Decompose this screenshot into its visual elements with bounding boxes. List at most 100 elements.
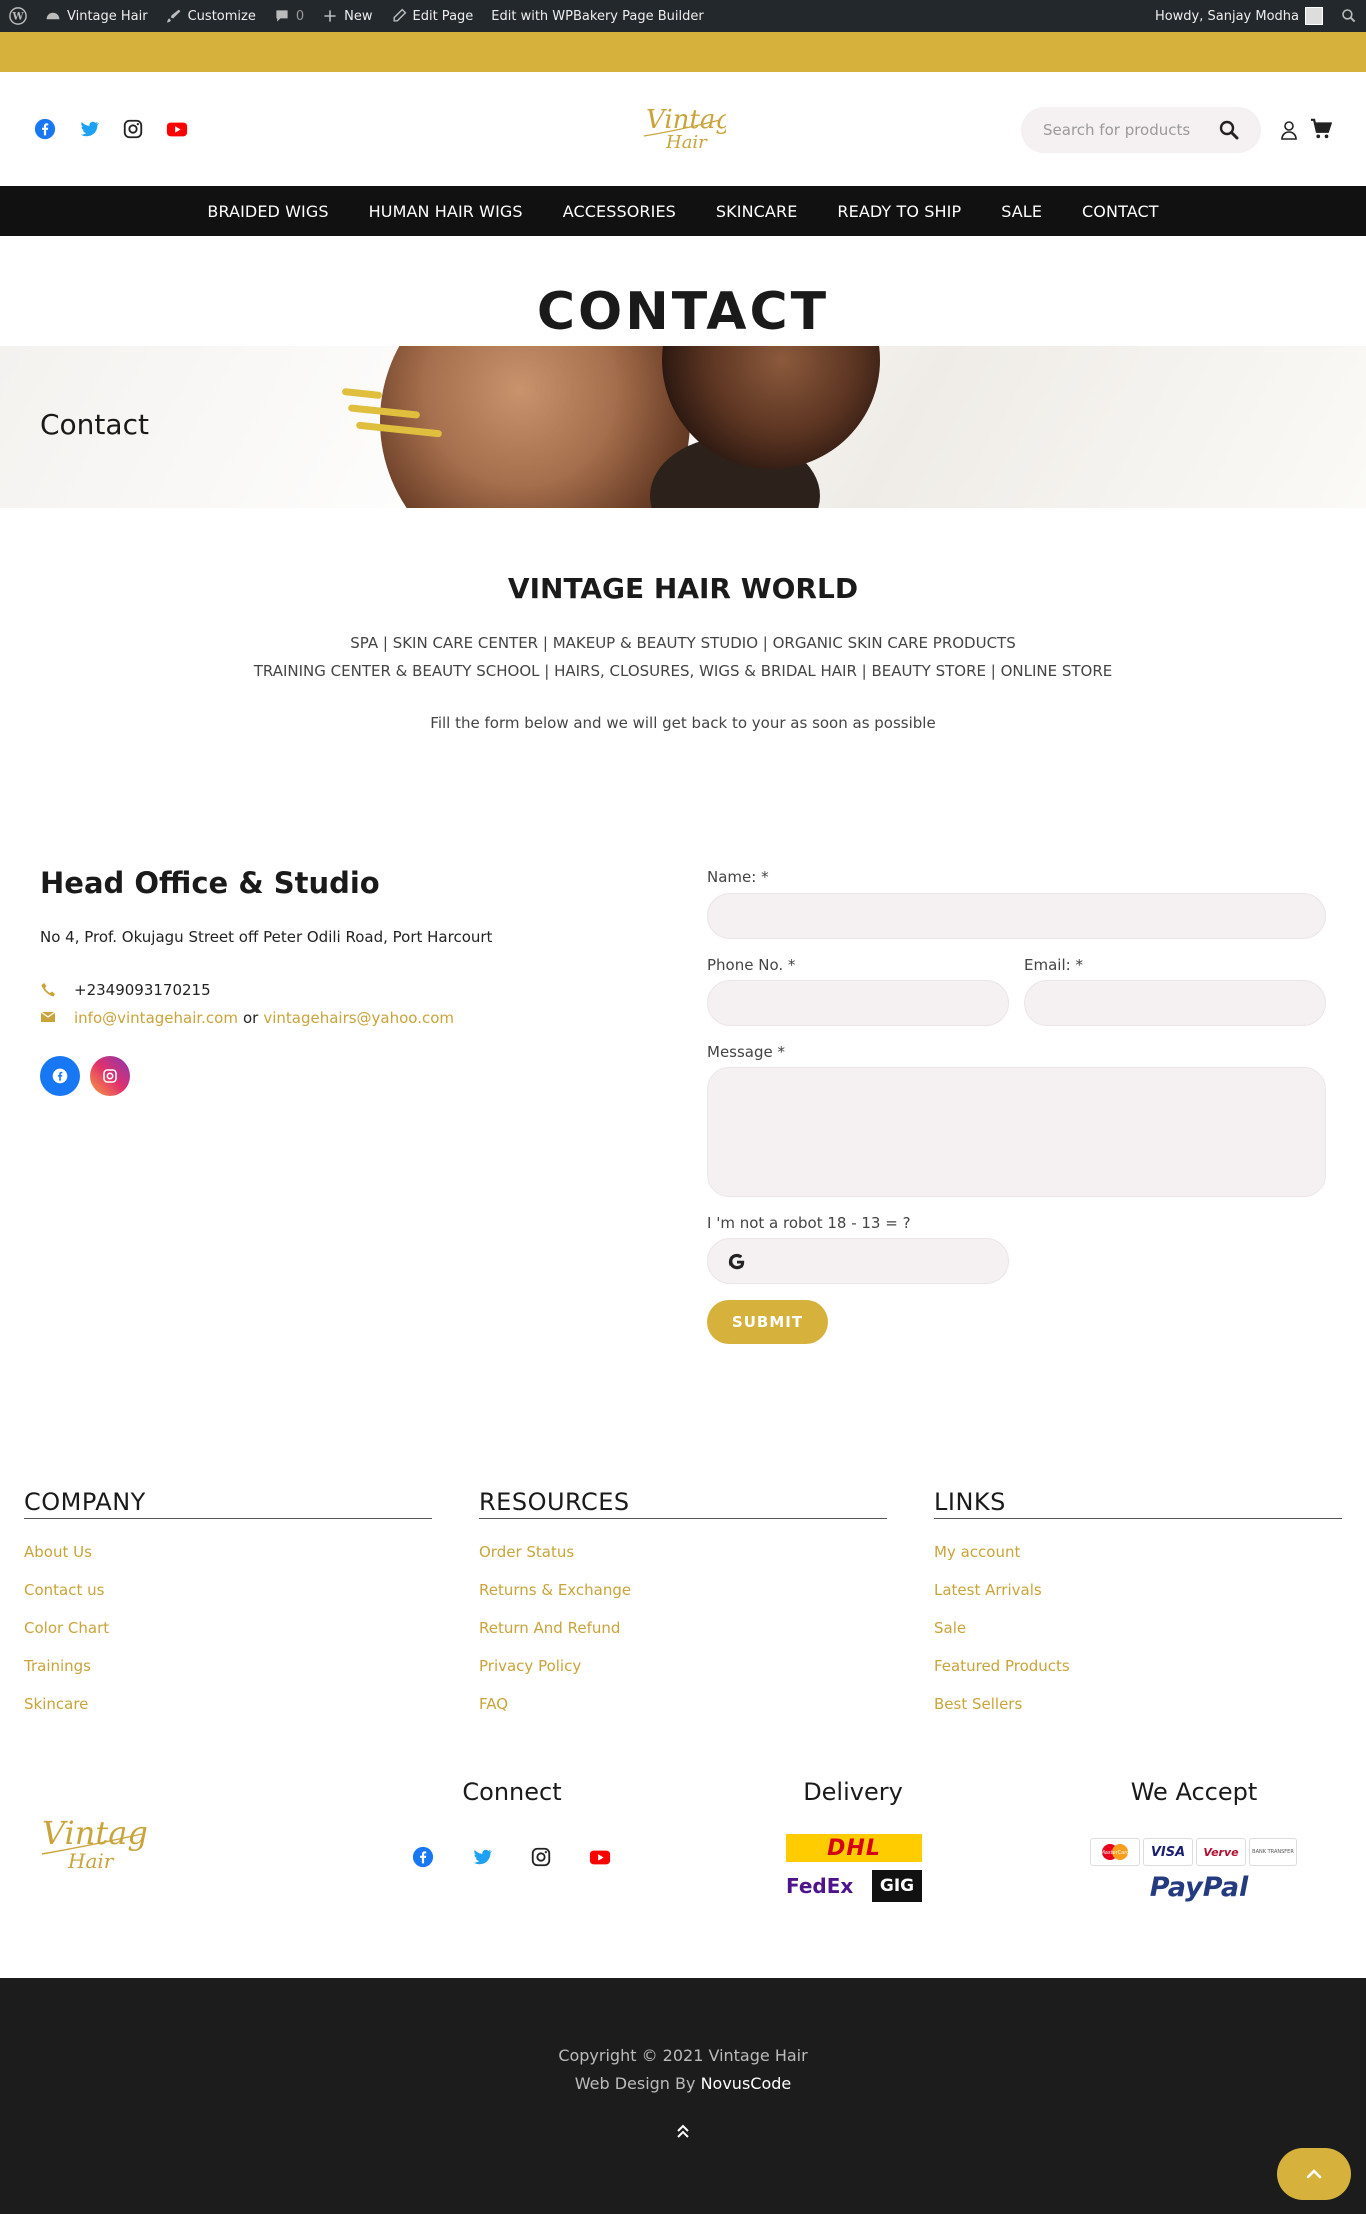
office-facebook-button[interactable] (40, 1056, 80, 1096)
fedex-logo: FedEx (786, 1874, 854, 1898)
twitter-icon[interactable] (471, 1846, 493, 1868)
footer-link-skincare[interactable]: Skincare (24, 1685, 432, 1723)
footer-link-privacy-policy[interactable]: Privacy Policy (479, 1647, 887, 1685)
phone-icon (40, 982, 56, 998)
footer-link-my-account[interactable]: My account (934, 1533, 1342, 1571)
name-input[interactable] (708, 894, 1325, 938)
footer-link-sale[interactable]: Sale (934, 1609, 1342, 1647)
twitter-icon[interactable] (78, 118, 100, 140)
nav-item-ready-to-ship[interactable]: READY TO SHIP (817, 202, 981, 221)
footer-links-column: LINKS My account Latest Arrivals Sale Fe… (934, 1488, 1342, 1723)
new-content-link[interactable]: New (313, 0, 381, 32)
captcha-field (707, 1238, 1009, 1284)
howdy-label: Howdy, Sanjay Modha (1154, 8, 1299, 24)
nav-item-braided-wigs[interactable]: BRAIDED WIGS (187, 202, 348, 221)
footer-link-featured-products[interactable]: Featured Products (934, 1647, 1342, 1685)
footer-link-color-chart[interactable]: Color Chart (24, 1609, 432, 1647)
pencil-icon (392, 8, 406, 22)
copyright-text: Copyright © 2021 Vintage Hair (558, 2046, 808, 2065)
paypal-logo: PayPal (1149, 1872, 1249, 1903)
facebook-icon (52, 1068, 68, 1084)
contact-banner: Contact (0, 346, 1366, 508)
instagram-icon[interactable] (122, 118, 144, 140)
footer-logo[interactable]: VintageHair (38, 1810, 167, 1876)
message-textarea[interactable] (708, 1068, 1325, 1196)
message-field (707, 1067, 1326, 1197)
product-search (1021, 107, 1261, 153)
site-name-link[interactable]: Vintage Hair (36, 0, 157, 32)
mastercard-logo: MasterCard (1090, 1838, 1140, 1866)
scroll-up-icon[interactable] (674, 2122, 692, 2140)
captcha-input[interactable] (708, 1239, 1008, 1283)
intro-services-line-1: SPA | SKIN CARE CENTER | MAKEUP & BEAUTY… (350, 634, 1016, 652)
wordpress-logo-button[interactable]: W (0, 0, 36, 32)
nav-item-contact[interactable]: CONTACT (1062, 202, 1179, 221)
facebook-icon[interactable] (34, 118, 56, 140)
banner-model-image-1 (380, 346, 690, 508)
avatar (1305, 7, 1323, 25)
footer-link-return-refund[interactable]: Return And Refund (479, 1609, 887, 1647)
footer-link-contact-us[interactable]: Contact us (24, 1571, 432, 1609)
account-menu[interactable]: Howdy, Sanjay Modha (1146, 0, 1332, 32)
footer-link-about-us[interactable]: About Us (24, 1533, 432, 1571)
nav-item-accessories[interactable]: ACCESSORIES (543, 202, 696, 221)
nav-item-human-hair-wigs[interactable]: HUMAN HAIR WIGS (349, 202, 543, 221)
cart-icon[interactable] (1310, 118, 1332, 140)
back-to-top-button[interactable] (1277, 2148, 1351, 2200)
main-nav: BRAIDED WIGS HUMAN HAIR WIGS ACCESSORIES… (0, 186, 1366, 236)
name-field (707, 893, 1326, 939)
instagram-icon[interactable] (530, 1846, 552, 1868)
footer-link-order-status[interactable]: Order Status (479, 1533, 887, 1571)
svg-text:W: W (11, 12, 24, 23)
footer-links-title: LINKS (934, 1488, 1342, 1519)
dhl-logo: DHL (786, 1834, 922, 1862)
footer-link-faq[interactable]: FAQ (479, 1685, 887, 1723)
email-input[interactable] (1025, 981, 1325, 1025)
admin-search-button[interactable] (1332, 0, 1366, 32)
nav-item-sale[interactable]: SALE (981, 202, 1062, 221)
banner-stripe (341, 387, 383, 400)
phone-input[interactable] (708, 981, 1008, 1025)
email-link-yahoo[interactable]: vintagehairs@yahoo.com (263, 1009, 454, 1027)
footer-resources-title: RESOURCES (479, 1488, 887, 1519)
intro-heading: VINTAGE HAIR WORLD (507, 572, 859, 605)
facebook-icon[interactable] (412, 1846, 434, 1868)
submit-button[interactable]: SUBMIT (707, 1300, 828, 1344)
office-instagram-button[interactable] (90, 1056, 130, 1096)
footer-link-returns-exchange[interactable]: Returns & Exchange (479, 1571, 887, 1609)
svg-text:Vintage: Vintage (42, 1814, 148, 1852)
web-design-label: Web Design By (574, 2074, 696, 2093)
footer-connect-title: Connect (462, 1778, 562, 1806)
site-logo[interactable]: VintageHair (640, 100, 747, 156)
footer-company-title: COMPANY (24, 1488, 432, 1519)
wpbakery-link[interactable]: Edit with WPBakery Page Builder (482, 0, 712, 32)
office-phone-row: +2349093170215 (40, 981, 211, 999)
email-field (1024, 980, 1326, 1026)
designer-link[interactable]: NovusCode (701, 2074, 792, 2093)
payment-logos: MasterCard VISA Verve BANK TRANSFER PayP… (1090, 1838, 1298, 1908)
office-phone[interactable]: +2349093170215 (74, 981, 211, 999)
edit-page-link[interactable]: Edit Page (382, 0, 483, 32)
site-name-label: Vintage Hair (67, 8, 148, 24)
footer-link-latest-arrivals[interactable]: Latest Arrivals (934, 1571, 1342, 1609)
svg-text:Vintage: Vintage (646, 105, 726, 135)
footer-link-best-sellers[interactable]: Best Sellers (934, 1685, 1342, 1723)
customize-link[interactable]: Customize (157, 0, 265, 32)
banner-title: Contact (40, 408, 149, 441)
search-input[interactable] (1043, 121, 1213, 139)
footer-link-trainings[interactable]: Trainings (24, 1647, 432, 1685)
youtube-icon[interactable] (166, 118, 188, 140)
edit-page-label: Edit Page (412, 8, 474, 24)
verve-logo: Verve (1196, 1838, 1246, 1866)
dashboard-icon (46, 12, 60, 20)
youtube-icon[interactable] (589, 1846, 611, 1868)
google-icon (728, 1253, 745, 1270)
comments-link[interactable]: 0 (265, 0, 313, 32)
email-link-info[interactable]: info@vintagehair.com (74, 1009, 238, 1027)
user-icon[interactable] (1280, 120, 1298, 140)
wordpress-icon: W (9, 7, 27, 25)
announcement-bar (0, 32, 1366, 72)
nav-item-skincare[interactable]: SKINCARE (696, 202, 817, 221)
intro-services-line-2: TRAINING CENTER & BEAUTY SCHOOL | HAIRS,… (253, 662, 1113, 680)
search-icon[interactable] (1219, 120, 1239, 140)
